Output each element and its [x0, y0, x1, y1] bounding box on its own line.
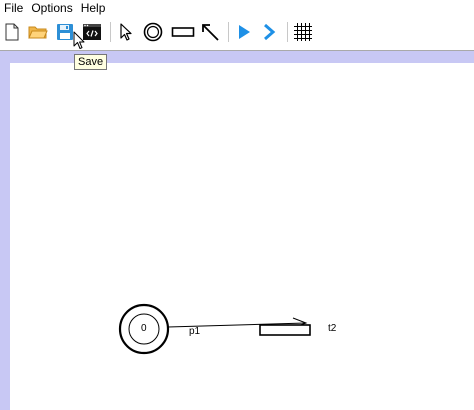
menu-help[interactable]: Help — [77, 0, 110, 17]
code-window-icon — [83, 24, 101, 40]
pointer-cursor-icon — [73, 31, 85, 49]
folder-open-icon — [28, 26, 48, 39]
transition-label: t2 — [328, 323, 337, 334]
toolbar-separator — [228, 22, 229, 42]
drawing-canvas[interactable]: 0 p1 t2 — [10, 63, 474, 410]
grid-toggle-button[interactable] — [292, 20, 314, 44]
menu-options[interactable]: Options — [27, 0, 76, 17]
place-circle-icon — [143, 22, 163, 42]
petri-net-editor-window: File Options Help 0 p1 t2 Save — [0, 0, 474, 410]
menu-bar: File Options Help — [0, 0, 474, 17]
step-button[interactable] — [258, 20, 280, 44]
select-arrow-icon — [120, 23, 132, 41]
play-button[interactable] — [233, 20, 255, 44]
place-label: p1 — [189, 326, 201, 337]
place-token-count: 0 — [141, 323, 147, 334]
toolbar-separator — [287, 22, 288, 42]
toolbar — [0, 18, 474, 46]
transition-t2[interactable] — [259, 324, 311, 336]
place-tool-button[interactable] — [142, 20, 164, 44]
arc-arrow-icon — [202, 24, 219, 41]
menu-file[interactable]: File — [0, 0, 27, 17]
save-floppy-icon — [57, 24, 73, 40]
new-file-button[interactable] — [1, 20, 23, 44]
petri-net-drawing — [118, 303, 311, 355]
play-icon — [239, 25, 250, 39]
mouse-cursor — [73, 31, 85, 55]
toolbar-separator — [110, 22, 111, 42]
arc-tool-button[interactable] — [199, 20, 221, 44]
grid-icon — [294, 23, 312, 41]
new-file-icon — [5, 23, 19, 41]
step-chevron-icon — [264, 23, 276, 41]
select-tool-button[interactable] — [115, 20, 137, 44]
open-button[interactable] — [27, 20, 49, 44]
save-tooltip: Save — [74, 54, 108, 70]
transition-tool-button[interactable] — [170, 20, 196, 44]
transition-rect-icon — [171, 27, 195, 37]
